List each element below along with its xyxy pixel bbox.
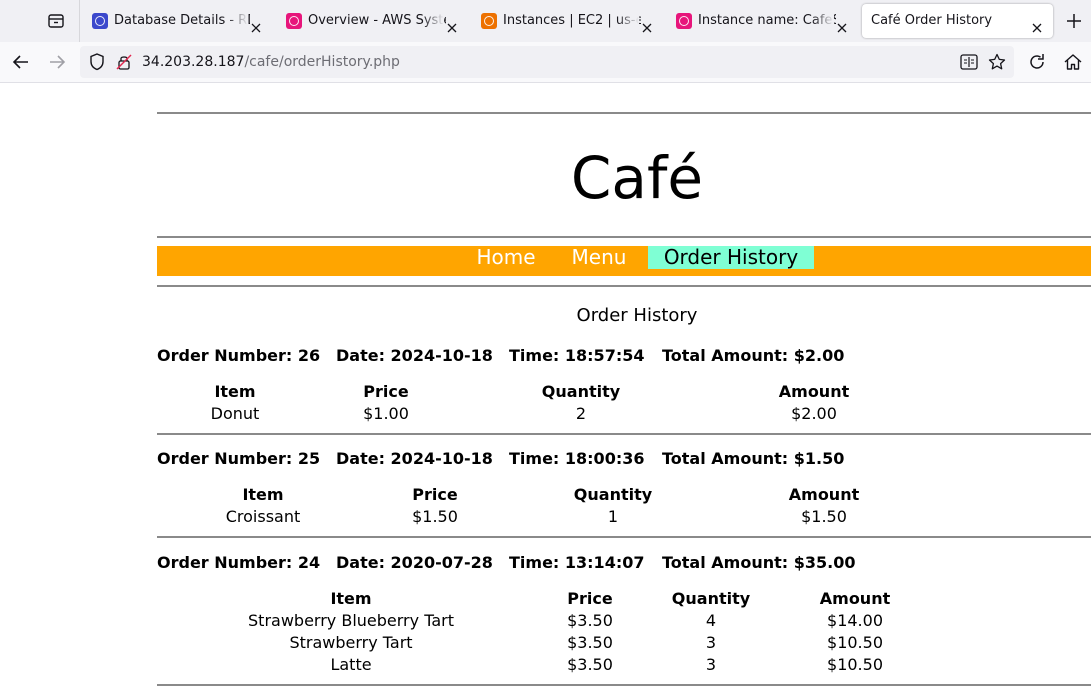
site-title: Café [570,144,704,212]
order-total: Total Amount: $1.50 [662,449,845,468]
order-date: Date: 2020-07-28 [336,553,493,572]
order-number: Order Number: 24 [157,553,321,572]
tracking-shield-icon[interactable] [87,51,107,77]
order-time: Time: 13:14:07 [509,553,645,572]
nav-menu-link[interactable]: Menu [562,246,636,269]
order-date: Date: 2024-10-18 [336,346,493,365]
forward-arrow-icon[interactable] [46,51,68,73]
home-icon[interactable] [1062,51,1084,73]
url-text[interactable]: 34.203.28.187/cafe/orderHistory.php [142,46,400,78]
nav-home-link[interactable]: Home [466,246,546,269]
tab-ec2-instances[interactable]: Instances | EC2 | us-east [469,4,659,38]
order-time: Time: 18:57:54 [509,346,645,365]
divider [157,285,1091,287]
order-number: Order Number: 26 [157,346,321,365]
bookmark-star-icon[interactable] [987,52,1007,76]
site-nav: Home Menu Order History [157,246,1091,276]
close-tab-icon[interactable] [250,14,262,33]
reader-view-icon[interactable] [959,53,979,75]
new-tab-icon[interactable] [1064,11,1084,31]
browser-tab-bar: Database Details - RDS Overview - AWS Sy… [0,0,1091,42]
tab-cafe-order-history[interactable]: Café Order History [862,4,1053,38]
tab-instance-name[interactable]: Instance name: CafeServer [664,4,854,38]
close-tab-icon[interactable] [1031,14,1043,33]
url-host: 34.203.28.187 [142,54,245,70]
close-tab-icon[interactable] [446,14,458,33]
ec2-favicon-icon [481,13,497,29]
systems-manager-favicon-icon [676,13,692,29]
page-content: Café Home Menu Order History Order Histo… [157,83,1091,687]
divider [157,684,1091,686]
tab-rds[interactable]: Database Details - RDS [80,4,268,38]
close-tab-icon[interactable] [641,14,653,33]
url-path: /cafe/orderHistory.php [244,54,400,70]
order-date: Date: 2024-10-18 [336,449,493,468]
tab-list-icon[interactable] [44,10,68,32]
back-arrow-icon[interactable] [10,51,32,73]
insecure-lock-icon[interactable] [114,52,134,76]
order-total: Total Amount: $2.00 [662,346,845,365]
tab-systems-manager[interactable]: Overview - AWS Systems [274,4,464,38]
divider [157,536,1091,538]
section-title: Order History [576,305,698,326]
nav-order-history-link[interactable]: Order History [648,246,814,269]
divider [157,112,1091,114]
systems-manager-favicon-icon [286,13,302,29]
order-total: Total Amount: $35.00 [662,553,856,572]
reload-icon[interactable] [1026,51,1048,73]
tab-title: Café Order History [871,13,993,28]
address-bar[interactable]: 34.203.28.187/cafe/orderHistory.php [80,46,1014,78]
divider [157,433,1091,435]
order-number: Order Number: 25 [157,449,321,468]
close-tab-icon[interactable] [836,14,848,33]
browser-navigation-bar: 34.203.28.187/cafe/orderHistory.php [0,42,1091,83]
rds-favicon-icon [92,13,108,29]
order-time: Time: 18:00:36 [509,449,645,468]
divider [157,236,1091,238]
